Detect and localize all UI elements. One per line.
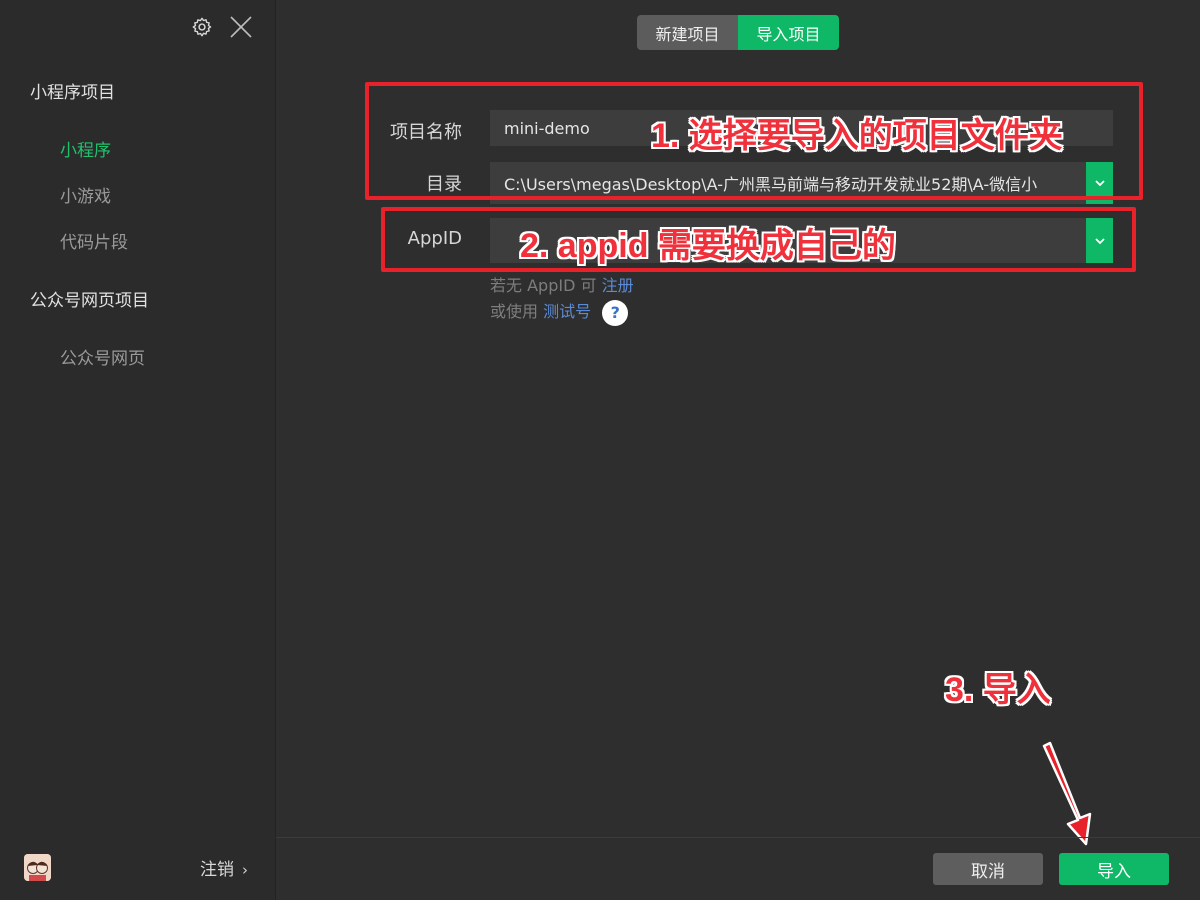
help-icon[interactable]: ? [602,299,629,326]
avatar[interactable] [24,854,51,881]
footer-divider [276,837,1200,838]
section-title-miniprogram: 小程序项目 [30,83,115,103]
register-link[interactable]: 注册 [602,276,634,295]
project-type-tabs: 新建项目 导入项目 [637,15,839,50]
cancel-button[interactable]: 取消 [933,853,1043,885]
avatar-image [24,854,51,881]
test-account-link[interactable]: 测试号 [543,302,591,321]
appid-hint-register: 若无 AppID 可 注册 [490,272,634,296]
tab-new-project[interactable]: 新建项目 [637,15,738,50]
sidebar-item-code-snippet[interactable]: 代码片段 [60,228,128,253]
annotation-step1: 1. 选择要导入的项目文件夹 [651,117,1063,155]
annotation-arrow-icon [1042,741,1092,846]
tab-import-project[interactable]: 导入项目 [738,15,839,50]
sidebar-item-official-web[interactable]: 公众号网页 [60,344,145,369]
sidebar-item-miniprogram[interactable]: 小程序 [60,136,111,161]
hint-text: 或使用 [490,302,539,321]
logout-label: 注销 [200,860,234,880]
close-icon[interactable] [229,15,253,39]
annotation-step3: 3. 导入 [945,671,1051,709]
chevron-right-icon: › [242,861,248,879]
section-title-official-account: 公众号网页项目 [30,291,149,311]
sidebar: 小程序项目 小程序 小游戏 代码片段 公众号网页项目 公众号网页 注销 › [0,0,276,900]
logout-button[interactable]: 注销 › [200,855,248,880]
hint-text: 若无 AppID 可 [490,276,597,295]
annotation-step2: 2. appid 需要换成自己的 [520,227,896,265]
appid-hint-test: 或使用 测试号 ? [490,298,629,326]
import-project-window: 小程序项目 小程序 小游戏 代码片段 公众号网页项目 公众号网页 注销 › 新建… [0,0,1200,900]
gear-icon[interactable] [191,16,213,38]
import-button[interactable]: 导入 [1059,853,1169,885]
sidebar-item-minigame[interactable]: 小游戏 [60,182,111,207]
